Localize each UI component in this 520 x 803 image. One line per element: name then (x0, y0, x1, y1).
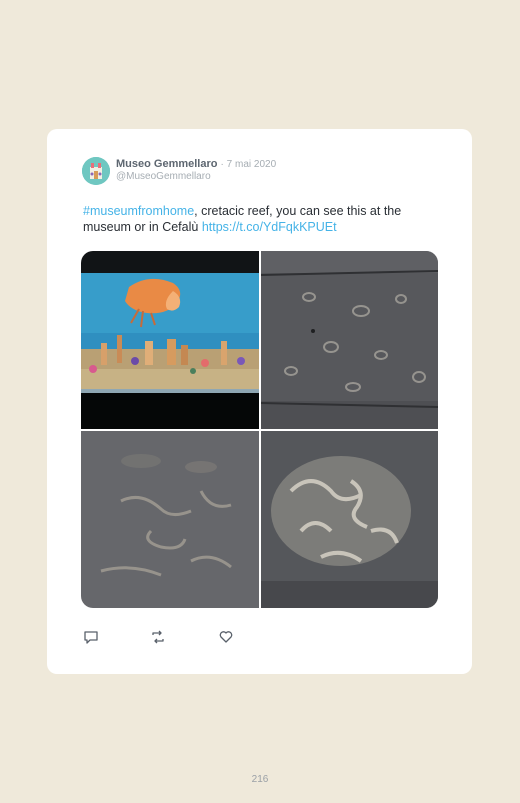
tweet-date[interactable]: · 7 mai 2020 (221, 159, 277, 170)
media-grid (81, 251, 438, 608)
aquarium-reef-diorama-photo[interactable] (81, 251, 259, 429)
retweet-icon[interactable] (150, 629, 166, 645)
avatar[interactable] (82, 157, 110, 185)
author-line: Museo Gemmellaro · 7 mai 2020 (116, 158, 276, 170)
tweet-text: #museumfromhome, cretacic reef, you can … (83, 204, 443, 235)
fossil-stone-surface-photo[interactable] (81, 431, 259, 608)
tweet-card: Museo Gemmellaro · 7 mai 2020 @MuseoGemm… (47, 129, 472, 674)
hashtag-link[interactable]: #museumfromhome (83, 204, 194, 218)
reply-icon[interactable] (83, 629, 99, 645)
fossil-rock-slab-photo[interactable] (261, 251, 438, 429)
author-name[interactable]: Museo Gemmellaro (116, 158, 217, 170)
tweet-link[interactable]: https://t.co/YdFqkKPUEt (202, 220, 337, 234)
author-handle[interactable]: @MuseoGemmellaro (116, 171, 211, 182)
page-number: 216 (251, 774, 269, 785)
fossil-rudist-closeup-photo[interactable] (261, 431, 438, 608)
like-icon[interactable] (218, 629, 234, 645)
